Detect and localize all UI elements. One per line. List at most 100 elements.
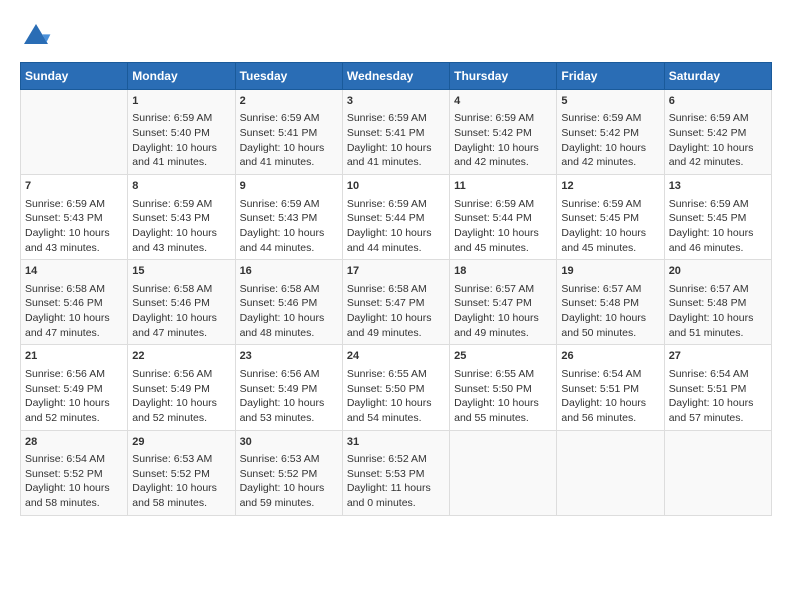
day-number: 24 bbox=[347, 349, 445, 364]
calendar-cell: 4 Sunrise: 6:59 AM Sunset: 5:42 PM Daylig… bbox=[450, 90, 557, 175]
cell-text: Sunrise: 6:54 AM Sunset: 5:51 PM Dayligh… bbox=[561, 367, 659, 426]
calendar-cell: 1 Sunrise: 6:59 AM Sunset: 5:40 PM Daylig… bbox=[128, 90, 235, 175]
calendar-cell: 3 Sunrise: 6:59 AM Sunset: 5:41 PM Daylig… bbox=[342, 90, 449, 175]
calendar-cell: 6 Sunrise: 6:59 AM Sunset: 5:42 PM Daylig… bbox=[664, 90, 771, 175]
cell-text: Sunrise: 6:54 AM Sunset: 5:51 PM Dayligh… bbox=[669, 367, 767, 426]
cell-text: Sunrise: 6:58 AM Sunset: 5:46 PM Dayligh… bbox=[132, 282, 230, 341]
calendar-cell: 31 Sunrise: 6:52 AM Sunset: 5:53 PM Dayli… bbox=[342, 430, 449, 515]
calendar-cell: 7 Sunrise: 6:59 AM Sunset: 5:43 PM Daylig… bbox=[21, 175, 128, 260]
col-header-wednesday: Wednesday bbox=[342, 63, 449, 90]
calendar-cell: 11Sunrise: 6:59 AM Sunset: 5:44 PM Dayli… bbox=[450, 175, 557, 260]
cell-text: Sunrise: 6:58 AM Sunset: 5:46 PM Dayligh… bbox=[240, 282, 338, 341]
calendar-cell: 2 Sunrise: 6:59 AM Sunset: 5:41 PM Daylig… bbox=[235, 90, 342, 175]
day-number: 11 bbox=[454, 179, 552, 194]
calendar-cell: 16Sunrise: 6:58 AM Sunset: 5:46 PM Dayli… bbox=[235, 260, 342, 345]
cell-text: Sunrise: 6:59 AM Sunset: 5:43 PM Dayligh… bbox=[132, 197, 230, 256]
day-number: 3 bbox=[347, 94, 445, 109]
calendar-cell: 17 Sunrise: 6:58 AM Sunset: 5:47 PM Dayli… bbox=[342, 260, 449, 345]
cell-text: Sunrise: 6:57 AM Sunset: 5:47 PM Dayligh… bbox=[454, 282, 552, 341]
day-number: 14 bbox=[25, 264, 123, 279]
col-header-monday: Monday bbox=[128, 63, 235, 90]
day-number: 10 bbox=[347, 179, 445, 194]
header-row: SundayMondayTuesdayWednesdayThursdayFrid… bbox=[21, 63, 772, 90]
cell-text: Sunrise: 6:55 AM Sunset: 5:50 PM Dayligh… bbox=[347, 367, 445, 426]
calendar-cell: 26 Sunrise: 6:54 AM Sunset: 5:51 PM Dayli… bbox=[557, 345, 664, 430]
cell-text: Sunrise: 6:59 AM Sunset: 5:40 PM Dayligh… bbox=[132, 111, 230, 170]
calendar-table: SundayMondayTuesdayWednesdayThursdayFrid… bbox=[20, 62, 772, 516]
day-number: 17 bbox=[347, 264, 445, 279]
cell-text: Sunrise: 6:59 AM Sunset: 5:42 PM Dayligh… bbox=[669, 111, 767, 170]
week-row-2: 7 Sunrise: 6:59 AM Sunset: 5:43 PM Daylig… bbox=[21, 175, 772, 260]
day-number: 22 bbox=[132, 349, 230, 364]
calendar-cell bbox=[664, 430, 771, 515]
cell-text: Sunrise: 6:55 AM Sunset: 5:50 PM Dayligh… bbox=[454, 367, 552, 426]
day-number: 12 bbox=[561, 179, 659, 194]
cell-text: Sunrise: 6:59 AM Sunset: 5:41 PM Dayligh… bbox=[240, 111, 338, 170]
col-header-friday: Friday bbox=[557, 63, 664, 90]
day-number: 19 bbox=[561, 264, 659, 279]
cell-text: Sunrise: 6:57 AM Sunset: 5:48 PM Dayligh… bbox=[669, 282, 767, 341]
cell-text: Sunrise: 6:56 AM Sunset: 5:49 PM Dayligh… bbox=[25, 367, 123, 426]
cell-text: Sunrise: 6:52 AM Sunset: 5:53 PM Dayligh… bbox=[347, 452, 445, 511]
logo bbox=[20, 20, 58, 52]
day-number: 31 bbox=[347, 435, 445, 450]
cell-text: Sunrise: 6:56 AM Sunset: 5:49 PM Dayligh… bbox=[240, 367, 338, 426]
calendar-cell: 29Sunrise: 6:53 AM Sunset: 5:52 PM Dayli… bbox=[128, 430, 235, 515]
calendar-cell: 23 Sunrise: 6:56 AM Sunset: 5:49 PM Dayli… bbox=[235, 345, 342, 430]
week-row-4: 21 Sunrise: 6:56 AM Sunset: 5:49 PM Dayli… bbox=[21, 345, 772, 430]
cell-text: Sunrise: 6:58 AM Sunset: 5:47 PM Dayligh… bbox=[347, 282, 445, 341]
day-number: 18 bbox=[454, 264, 552, 279]
day-number: 23 bbox=[240, 349, 338, 364]
cell-text: Sunrise: 6:59 AM Sunset: 5:43 PM Dayligh… bbox=[25, 197, 123, 256]
calendar-cell: 9 Sunrise: 6:59 AM Sunset: 5:43 PM Daylig… bbox=[235, 175, 342, 260]
col-header-thursday: Thursday bbox=[450, 63, 557, 90]
page-header bbox=[20, 20, 772, 52]
day-number: 30 bbox=[240, 435, 338, 450]
calendar-cell: 5 Sunrise: 6:59 AM Sunset: 5:42 PM Daylig… bbox=[557, 90, 664, 175]
calendar-cell: 24 Sunrise: 6:55 AM Sunset: 5:50 PM Dayli… bbox=[342, 345, 449, 430]
col-header-tuesday: Tuesday bbox=[235, 63, 342, 90]
day-number: 8 bbox=[132, 179, 230, 194]
col-header-sunday: Sunday bbox=[21, 63, 128, 90]
day-number: 7 bbox=[25, 179, 123, 194]
cell-text: Sunrise: 6:59 AM Sunset: 5:43 PM Dayligh… bbox=[240, 197, 338, 256]
day-number: 6 bbox=[669, 94, 767, 109]
day-number: 5 bbox=[561, 94, 659, 109]
calendar-cell: 10Sunrise: 6:59 AM Sunset: 5:44 PM Dayli… bbox=[342, 175, 449, 260]
calendar-cell: 25 Sunrise: 6:55 AM Sunset: 5:50 PM Dayli… bbox=[450, 345, 557, 430]
day-number: 28 bbox=[25, 435, 123, 450]
day-number: 26 bbox=[561, 349, 659, 364]
cell-text: Sunrise: 6:59 AM Sunset: 5:42 PM Dayligh… bbox=[561, 111, 659, 170]
calendar-cell: 15 Sunrise: 6:58 AM Sunset: 5:46 PM Dayli… bbox=[128, 260, 235, 345]
calendar-cell bbox=[557, 430, 664, 515]
day-number: 1 bbox=[132, 94, 230, 109]
cell-text: Sunrise: 6:59 AM Sunset: 5:45 PM Dayligh… bbox=[669, 197, 767, 256]
calendar-cell: 22 Sunrise: 6:56 AM Sunset: 5:49 PM Dayli… bbox=[128, 345, 235, 430]
calendar-cell: 13Sunrise: 6:59 AM Sunset: 5:45 PM Dayli… bbox=[664, 175, 771, 260]
cell-text: Sunrise: 6:57 AM Sunset: 5:48 PM Dayligh… bbox=[561, 282, 659, 341]
cell-text: Sunrise: 6:54 AM Sunset: 5:52 PM Dayligh… bbox=[25, 452, 123, 511]
cell-text: Sunrise: 6:59 AM Sunset: 5:41 PM Dayligh… bbox=[347, 111, 445, 170]
cell-text: Sunrise: 6:58 AM Sunset: 5:46 PM Dayligh… bbox=[25, 282, 123, 341]
day-number: 20 bbox=[669, 264, 767, 279]
day-number: 15 bbox=[132, 264, 230, 279]
cell-text: Sunrise: 6:59 AM Sunset: 5:45 PM Dayligh… bbox=[561, 197, 659, 256]
day-number: 25 bbox=[454, 349, 552, 364]
week-row-3: 14 Sunrise: 6:58 AM Sunset: 5:46 PM Dayli… bbox=[21, 260, 772, 345]
calendar-cell: 19 Sunrise: 6:57 AM Sunset: 5:48 PM Dayli… bbox=[557, 260, 664, 345]
calendar-cell: 18 Sunrise: 6:57 AM Sunset: 5:47 PM Dayli… bbox=[450, 260, 557, 345]
logo-icon bbox=[20, 20, 52, 52]
cell-text: Sunrise: 6:53 AM Sunset: 5:52 PM Dayligh… bbox=[240, 452, 338, 511]
week-row-1: 1 Sunrise: 6:59 AM Sunset: 5:40 PM Daylig… bbox=[21, 90, 772, 175]
day-number: 9 bbox=[240, 179, 338, 194]
calendar-cell bbox=[450, 430, 557, 515]
cell-text: Sunrise: 6:53 AM Sunset: 5:52 PM Dayligh… bbox=[132, 452, 230, 511]
calendar-cell: 27Sunrise: 6:54 AM Sunset: 5:51 PM Dayli… bbox=[664, 345, 771, 430]
day-number: 2 bbox=[240, 94, 338, 109]
cell-text: Sunrise: 6:56 AM Sunset: 5:49 PM Dayligh… bbox=[132, 367, 230, 426]
week-row-5: 28 Sunrise: 6:54 AM Sunset: 5:52 PM Dayli… bbox=[21, 430, 772, 515]
day-number: 21 bbox=[25, 349, 123, 364]
day-number: 4 bbox=[454, 94, 552, 109]
cell-text: Sunrise: 6:59 AM Sunset: 5:42 PM Dayligh… bbox=[454, 111, 552, 170]
calendar-cell: 30 Sunrise: 6:53 AM Sunset: 5:52 PM Dayli… bbox=[235, 430, 342, 515]
